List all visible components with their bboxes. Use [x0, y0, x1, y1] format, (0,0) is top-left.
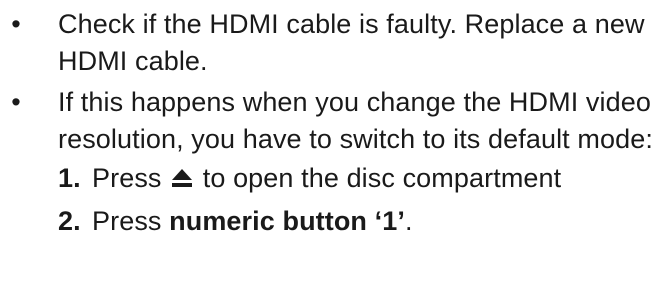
troubleshooting-list: • Check if the HDMI cable is faulty. Rep… — [0, 6, 662, 246]
bullet-text: Check if the HDMI cable is faulty. Repla… — [58, 9, 645, 76]
steps-list: 1. Press to open the disc compartment 2.… — [58, 160, 662, 240]
bullet-marker: • — [11, 87, 21, 117]
numeric-button-label: numeric button ‘1’ — [169, 206, 405, 236]
step-number: 1. — [58, 163, 81, 193]
eject-icon — [172, 169, 193, 187]
step-prefix: Press — [92, 163, 162, 193]
step-suffix: to open the disc compartment — [202, 163, 562, 193]
bullet-marker: • — [11, 9, 21, 39]
step-number: 2. — [58, 206, 81, 236]
step-item-open-disc: 1. Press to open the disc compartment — [58, 160, 662, 197]
step-prefix: Press — [92, 206, 162, 236]
bullet-item-check-cable: • Check if the HDMI cable is faulty. Rep… — [0, 6, 662, 80]
bullet-item-resolution: • If this happens when you change the HD… — [0, 84, 662, 240]
step-suffix: . — [404, 206, 413, 236]
document-page: • Check if the HDMI cable is faulty. Rep… — [0, 0, 662, 298]
bullet-text: If this happens when you change the HDMI… — [58, 87, 653, 154]
step-item-numeric-button: 2. Press numeric button ‘1’. — [58, 203, 662, 240]
